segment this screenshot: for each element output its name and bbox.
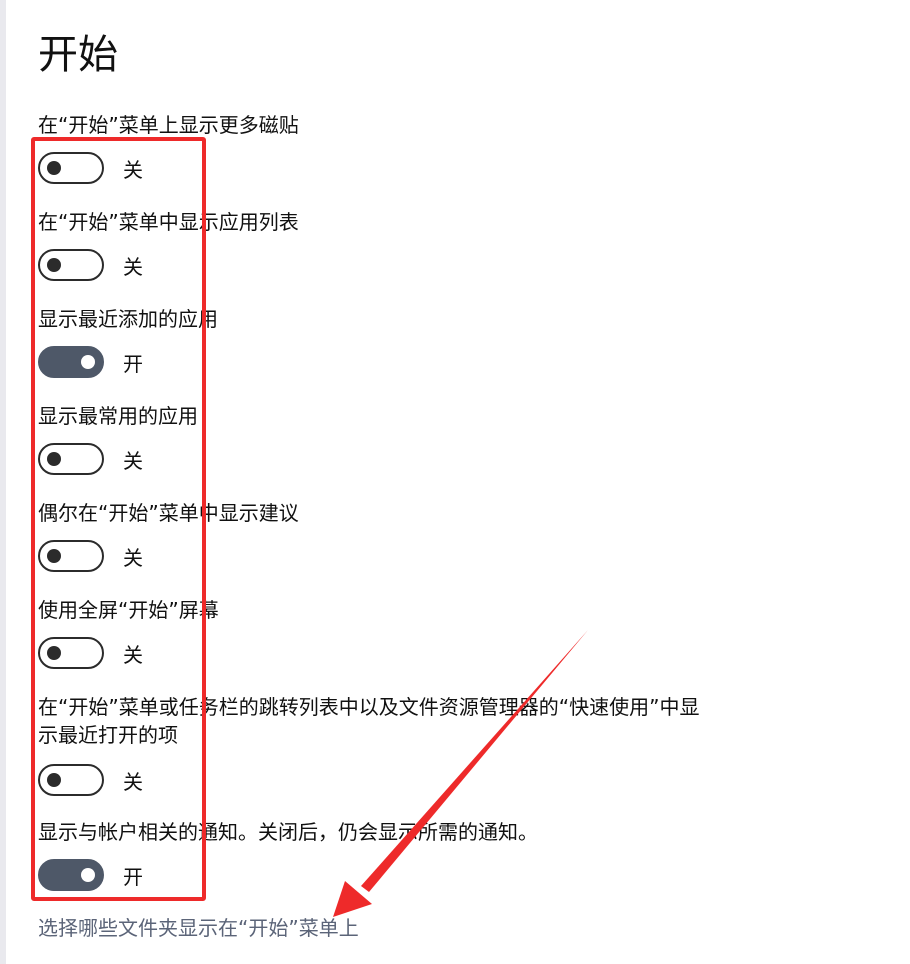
toggle-switch[interactable] (38, 249, 104, 281)
toggle-state-text: 开 (123, 351, 143, 376)
toggle-knob (81, 868, 95, 882)
toggle-knob (47, 258, 61, 272)
toggle-switch[interactable] (38, 859, 104, 891)
setting-app-list: 在“开始”菜单中显示应用列表 关 (38, 208, 718, 281)
toggle-state-text: 开 (123, 864, 143, 889)
toggle-row: 开 (38, 346, 718, 378)
toggle-row: 关 (38, 249, 718, 281)
window-left-edge (0, 0, 6, 964)
setting-label: 显示最近添加的应用 (38, 307, 218, 331)
setting-label: 显示最常用的应用 (38, 404, 198, 428)
toggle-state-text: 关 (123, 545, 143, 570)
setting-full-screen-start: 使用全屏“开始”屏幕 关 (38, 596, 718, 669)
toggle-knob (47, 452, 61, 466)
setting-label: 在“开始”菜单或任务栏的跳转列表中以及文件资源管理器的“快速使用”中显示最近打开… (38, 695, 700, 747)
setting-most-used: 显示最常用的应用 关 (38, 402, 718, 475)
toggle-switch[interactable] (38, 764, 104, 796)
setting-label: 显示与帐户相关的通知。关闭后，仍会显示所需的通知。 (38, 820, 538, 844)
toggle-row: 关 (38, 540, 718, 572)
toggle-state-text: 关 (123, 157, 143, 182)
toggle-row: 关 (38, 637, 718, 669)
setting-recent-items: 在“开始”菜单或任务栏的跳转列表中以及文件资源管理器的“快速使用”中显示最近打开… (38, 693, 710, 796)
setting-more-tiles: 在“开始”菜单上显示更多磁贴 关 (38, 111, 718, 184)
choose-folders-link[interactable]: 选择哪些文件夹显示在“开始”菜单上 (38, 914, 359, 942)
toggle-switch[interactable] (38, 637, 104, 669)
setting-label: 使用全屏“开始”屏幕 (38, 598, 219, 622)
toggle-knob (47, 646, 61, 660)
setting-account-notifications: 显示与帐户相关的通知。关闭后，仍会显示所需的通知。 开 (38, 818, 718, 891)
toggle-row: 关 (38, 764, 710, 796)
setting-label: 在“开始”菜单中显示应用列表 (38, 210, 299, 234)
toggle-state-text: 关 (123, 769, 143, 794)
toggle-switch[interactable] (38, 540, 104, 572)
setting-label: 在“开始”菜单上显示更多磁贴 (38, 113, 299, 137)
toggle-knob (47, 161, 61, 175)
toggle-knob (81, 355, 95, 369)
setting-label: 偶尔在“开始”菜单中显示建议 (38, 501, 299, 525)
settings-page: 开始 在“开始”菜单上显示更多磁贴 关 在“开始”菜单中显示应用列表 关 显示最… (0, 0, 910, 964)
toggle-state-text: 关 (123, 448, 143, 473)
setting-suggestions: 偶尔在“开始”菜单中显示建议 关 (38, 499, 718, 572)
toggle-row: 关 (38, 443, 718, 475)
toggle-switch[interactable] (38, 152, 104, 184)
toggle-knob (47, 773, 61, 787)
setting-recently-added: 显示最近添加的应用 开 (38, 305, 718, 378)
toggle-row: 关 (38, 152, 718, 184)
toggle-state-text: 关 (123, 642, 143, 667)
toggle-switch[interactable] (38, 443, 104, 475)
page-title: 开始 (38, 32, 118, 78)
toggle-knob (47, 549, 61, 563)
toggle-state-text: 关 (123, 254, 143, 279)
toggle-switch[interactable] (38, 346, 104, 378)
toggle-row: 开 (38, 859, 718, 891)
